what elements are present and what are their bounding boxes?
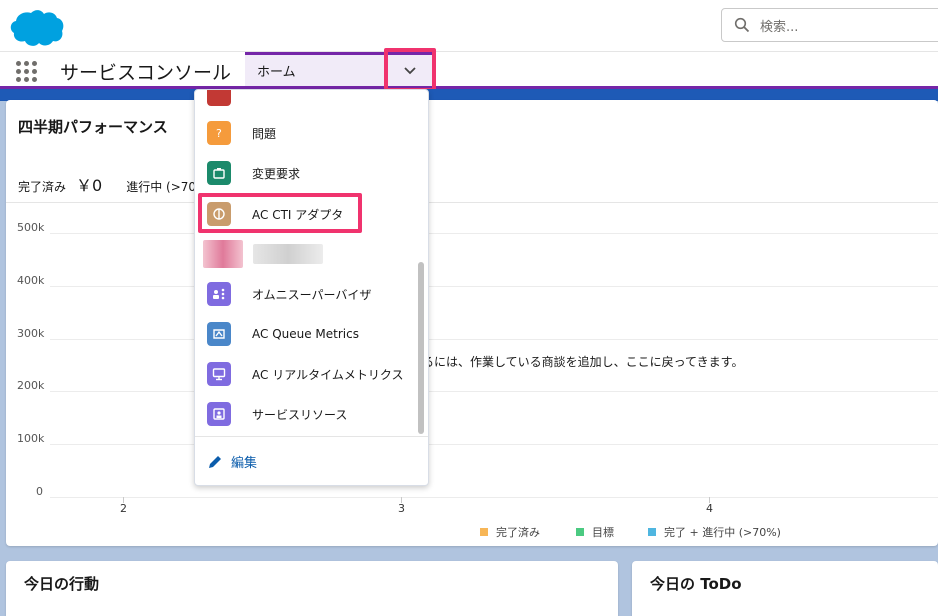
- x-tick-label: 3: [398, 502, 405, 515]
- search-icon: [734, 17, 750, 33]
- x-tick-label: 4: [706, 502, 713, 515]
- closed-value: ￥0: [76, 176, 103, 195]
- menu-item-label: サービスリソース: [252, 407, 348, 422]
- edit-label: 編集: [231, 456, 258, 471]
- x-tick-label: 2: [120, 502, 127, 515]
- y-tick-label: 400k: [17, 273, 45, 287]
- menu-item-label: オムニスーパーバイザ: [252, 287, 372, 302]
- list-item-partial[interactable]: [207, 90, 252, 108]
- closed-label: 完了済み: [18, 180, 67, 194]
- monitor-icon: [207, 362, 231, 386]
- menu-item-label: AC Queue Metrics: [252, 327, 359, 341]
- app-name: サービスコンソール: [60, 62, 232, 84]
- menu-item-label: AC CTI アダプタ: [252, 207, 344, 222]
- empty-chart-message: 示するには、作業している商談を追加し、ここに戻ってきます。: [398, 355, 744, 369]
- redacted-label: [253, 244, 323, 264]
- legend-label: 完了済み: [496, 526, 540, 539]
- menu-item-label: 変更要求: [252, 166, 301, 181]
- tab-home[interactable]: ホーム: [245, 52, 386, 86]
- menu-item-omni-supervisor[interactable]: オムニスーパーバイザ: [207, 280, 371, 308]
- menu-item-ac-realtime-metrics[interactable]: AC リアルタイムメトリクス: [207, 360, 403, 388]
- today-todo-title: 今日の ToDo: [650, 575, 742, 593]
- chevron-down-icon: [404, 66, 416, 74]
- quarterly-performance-card: 四半期パフォーマンス 完了済み ￥0 進行中 (>70% 500k 400k 300…: [6, 100, 938, 546]
- global-header: 検索...: [0, 0, 938, 52]
- grid-line: [50, 285, 938, 287]
- menu-item-change-request[interactable]: 変更要求: [207, 159, 300, 187]
- menu-item-label: 問題: [252, 126, 277, 141]
- queue-metrics-icon: [207, 322, 231, 346]
- grid-line: [50, 497, 938, 498]
- dropdown-scrollbar[interactable]: [418, 262, 424, 434]
- legend-label: 完了 + 進行中 (>70%): [664, 526, 781, 539]
- case-icon: [207, 90, 231, 106]
- cti-adapter-icon: [207, 202, 231, 226]
- legend-swatch: [648, 528, 656, 536]
- global-search[interactable]: 検索...: [721, 8, 938, 42]
- navigation-dropdown: ? 問題 変更要求 AC CTI アダプタ オムニスーパーバイザ AC Queu…: [194, 89, 429, 486]
- menu-item-ac-cti-adapter[interactable]: AC CTI アダプタ: [207, 200, 343, 228]
- divider: [6, 202, 938, 203]
- search-placeholder: 検索...: [760, 19, 799, 35]
- y-tick-label: 500k: [17, 221, 45, 234]
- grid-line: [50, 233, 938, 234]
- edit-nav-button[interactable]: 編集: [207, 452, 257, 471]
- legend-swatch: [576, 528, 584, 536]
- question-icon: ?: [207, 121, 231, 145]
- y-tick-label: 200k: [17, 379, 45, 393]
- y-tick-label: 0: [36, 485, 43, 498]
- grid-line: [50, 391, 938, 393]
- today-todo-card: 今日の ToDo: [632, 561, 938, 616]
- redacted-icon: [203, 240, 243, 268]
- dropdown-divider: [195, 436, 428, 437]
- menu-item-problem[interactable]: ? 問題: [207, 119, 276, 147]
- app-launcher-icon[interactable]: [16, 61, 37, 82]
- menu-item-service-resource[interactable]: サービスリソース: [207, 400, 347, 428]
- today-events-title: 今日の行動: [24, 575, 100, 593]
- legend-item[interactable]: 完了済み: [480, 524, 540, 540]
- svg-text:?: ?: [216, 127, 222, 140]
- grid-line: [50, 338, 938, 340]
- today-events-card: 今日の行動: [6, 561, 618, 616]
- menu-item-label: AC リアルタイムメトリクス: [252, 367, 404, 382]
- pencil-icon: [209, 455, 221, 468]
- performance-stats: 完了済み ￥0 進行中 (>70%: [18, 172, 207, 196]
- card-title: 四半期パフォーマンス: [18, 118, 168, 136]
- legend-label: 目標: [592, 526, 614, 539]
- legend-item[interactable]: 目標: [576, 524, 614, 540]
- service-resource-icon: [207, 402, 231, 426]
- change-request-icon: [207, 161, 231, 185]
- menu-item-ac-queue-metrics[interactable]: AC Queue Metrics: [207, 320, 359, 348]
- legend-swatch: [480, 528, 488, 536]
- navigation-menu-button[interactable]: [386, 52, 434, 86]
- navigation-bar: サービスコンソール ホーム: [0, 52, 938, 89]
- y-tick-label: 300k: [17, 326, 45, 340]
- y-tick-label: 100k: [17, 432, 45, 446]
- omni-supervisor-icon: [207, 282, 231, 306]
- salesforce-logo[interactable]: [6, 6, 66, 48]
- grid-line: [50, 444, 938, 446]
- legend-item[interactable]: 完了 + 進行中 (>70%): [648, 524, 781, 540]
